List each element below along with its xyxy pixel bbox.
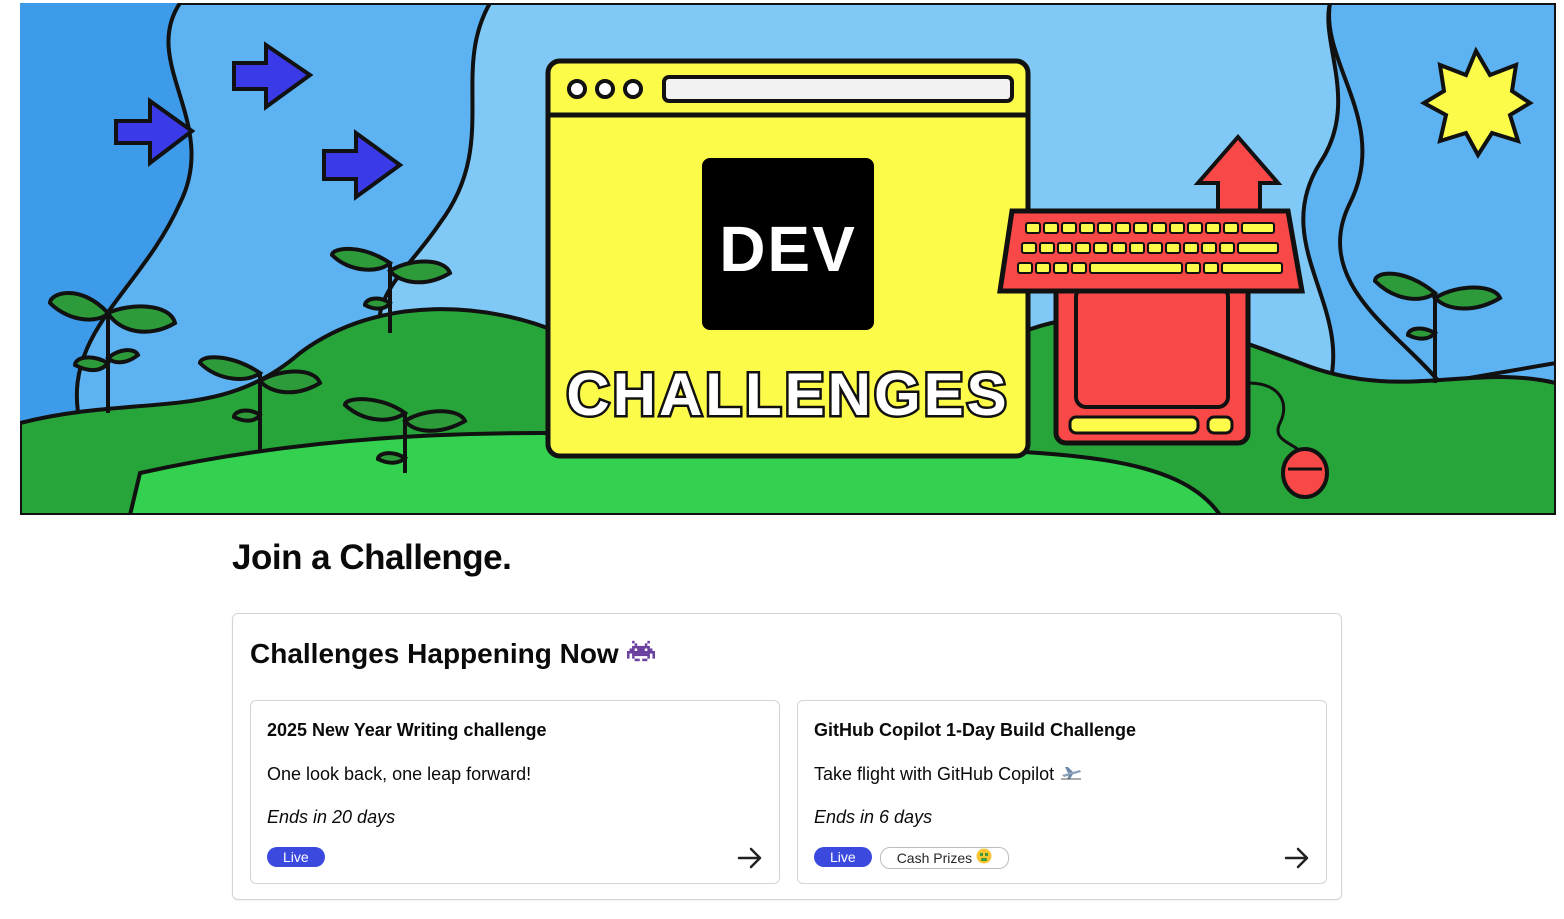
current-challenges-panel: Challenges Happening Now 2025 New Year W… <box>232 613 1342 900</box>
challenge-title[interactable]: GitHub Copilot 1-Day Build Challenge <box>814 720 1136 741</box>
challenge-description: One look back, one leap forward! <box>267 764 531 785</box>
banner-challenges-text: CHALLENGES <box>566 361 1009 428</box>
page-title: Join a Challenge. <box>232 538 512 577</box>
hero-banner: DEV CHALLENGES <box>20 3 1556 515</box>
browser-window-illustration: DEV CHALLENGES <box>545 58 1031 459</box>
challenge-description-text: Take flight with GitHub Copilot <box>814 764 1055 784</box>
challenge-description-text: One look back, one leap forward! <box>267 764 532 784</box>
challenge-title[interactable]: 2025 New Year Writing challenge <box>267 720 546 741</box>
cash-prizes-label: Cash Prizes <box>896 850 973 866</box>
arrow-right-icon[interactable] <box>1282 843 1312 873</box>
panel-title: Challenges Happening Now <box>250 638 655 670</box>
cash-prizes-badge: Cash Prizes <box>879 847 1010 869</box>
live-badge: Live <box>814 847 872 867</box>
airplane-icon <box>1060 764 1082 785</box>
challenge-deadline: Ends in 20 days <box>267 807 396 827</box>
challenge-card[interactable]: 2025 New Year Writing challenge One look… <box>250 700 780 884</box>
panel-title-text: Challenges Happening Now <box>250 638 619 669</box>
live-badge: Live <box>267 847 325 867</box>
challenge-deadline: Ends in 6 days <box>814 807 933 827</box>
challenge-description: Take flight with GitHub Copilot <box>814 764 1082 785</box>
challenge-card[interactable]: GitHub Copilot 1-Day Build Challenge Tak… <box>797 700 1327 884</box>
dev-logo-text: DEV <box>719 213 857 285</box>
mouse-icon <box>1281 447 1329 499</box>
sun-icon <box>1419 46 1534 159</box>
arrow-right-icon[interactable] <box>735 843 765 873</box>
money-face-icon <box>976 848 992 869</box>
challenge-tags: Live Cash Prizes <box>814 847 1010 869</box>
banner-illustration: DEV CHALLENGES <box>20 3 1556 515</box>
space-invader-icon <box>626 638 655 670</box>
challenge-tags: Live <box>267 847 325 867</box>
